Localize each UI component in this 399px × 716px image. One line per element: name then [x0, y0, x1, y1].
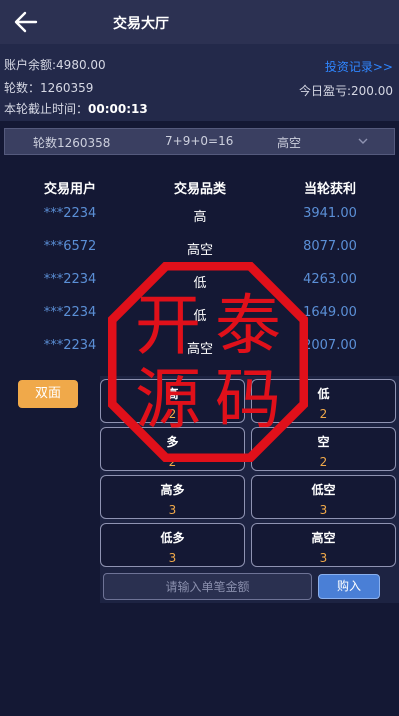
- bet-option-empty[interactable]: 空 2: [251, 427, 396, 471]
- bet-name: 空: [317, 435, 330, 449]
- row-type: 低: [193, 276, 207, 291]
- table-row: ***6572 高空 8077.00: [0, 231, 399, 264]
- bet-odds: 2: [319, 455, 328, 469]
- arrow-left-icon[interactable]: [12, 9, 40, 35]
- bet-name: 高多: [160, 483, 185, 497]
- bet-odds: 3: [319, 503, 328, 517]
- last-round-formula: 7+9+0=16: [165, 134, 234, 148]
- bet-odds: 2: [319, 407, 328, 421]
- table-row: ***2234 高 3941.00: [0, 198, 399, 231]
- bet-name: 低空: [311, 483, 336, 497]
- buy-button[interactable]: 购入: [318, 574, 380, 599]
- row-profit: 3941.00: [303, 206, 357, 221]
- row-type: 低: [193, 309, 207, 324]
- bet-option-high-empty[interactable]: 高空 3: [251, 523, 396, 567]
- table-row: ***2234 高空 2007.00: [0, 330, 399, 363]
- row-user: ***2234: [43, 206, 97, 221]
- bet-option-many[interactable]: 多 2: [100, 427, 245, 471]
- bet-option-low[interactable]: 低 2: [251, 379, 396, 423]
- page-title: 交易大厅: [113, 16, 169, 32]
- account-info-panel: 账户余额:4980.00 轮数：1260359 本轮截止时间：00:00:13 …: [0, 44, 399, 121]
- last-round-number: 轮数1260358: [33, 136, 111, 150]
- row-profit: 4263.00: [303, 272, 357, 287]
- last-round-result[interactable]: 轮数1260358 7+9+0=16 高空: [4, 128, 395, 155]
- bet-option-high-many[interactable]: 高多 3: [100, 475, 245, 519]
- table-row: ***2234 低 4263.00: [0, 264, 399, 297]
- chevron-down-icon[interactable]: [357, 135, 369, 147]
- row-profit: 8077.00: [303, 239, 357, 254]
- bet-odds: 3: [319, 551, 328, 565]
- today-profit: 今日盈亏:200.00: [298, 84, 393, 98]
- current-round: 轮数：1260359: [4, 81, 94, 95]
- countdown-value: 00:00:13: [88, 102, 148, 116]
- column-header-type: 交易品类: [173, 182, 226, 197]
- bet-name: 低多: [160, 531, 185, 545]
- bet-option-low-empty[interactable]: 低空 3: [251, 475, 396, 519]
- column-header-user: 交易用户: [43, 182, 96, 197]
- countdown-label: 本轮截止时间：: [4, 102, 89, 116]
- row-user: ***6572: [43, 239, 97, 254]
- row-type: 高空: [186, 243, 213, 258]
- row-type: 高空: [186, 342, 213, 357]
- row-user: ***2234: [43, 272, 97, 287]
- top-bar: 交易大厅: [0, 0, 399, 44]
- category-button-double[interactable]: 双面: [18, 380, 78, 408]
- countdown: 本轮截止时间：00:00:13: [4, 100, 148, 117]
- bet-odds: 2: [168, 455, 177, 469]
- bet-name: 高空: [311, 531, 336, 545]
- bet-odds: 2: [168, 407, 177, 421]
- row-user: ***2234: [43, 305, 97, 320]
- bet-options-panel: 高 2 低 2 多 2 空 2 高多 3 低空 3 低多 3 高空 3: [100, 376, 399, 603]
- bet-name: 多: [166, 435, 179, 449]
- row-type: 高: [193, 210, 207, 225]
- table-row: ***2234 低 1649.00: [0, 297, 399, 330]
- bet-option-high[interactable]: 高 2: [100, 379, 245, 423]
- last-round-type: 高空: [277, 136, 302, 150]
- bet-name: 高: [166, 387, 179, 401]
- account-balance: 账户余额:4980.00: [4, 58, 106, 72]
- bet-option-low-many[interactable]: 低多 3: [100, 523, 245, 567]
- bet-odds: 3: [168, 503, 177, 517]
- row-profit: 2007.00: [303, 338, 357, 353]
- bet-odds: 3: [168, 551, 177, 565]
- investment-records-link[interactable]: 投资记录>>: [325, 58, 393, 75]
- column-header-profit: 当轮获利: [303, 182, 356, 197]
- row-profit: 1649.00: [303, 305, 357, 320]
- bet-name: 低: [317, 387, 330, 401]
- row-user: ***2234: [43, 338, 97, 353]
- bet-amount-input[interactable]: [103, 573, 312, 600]
